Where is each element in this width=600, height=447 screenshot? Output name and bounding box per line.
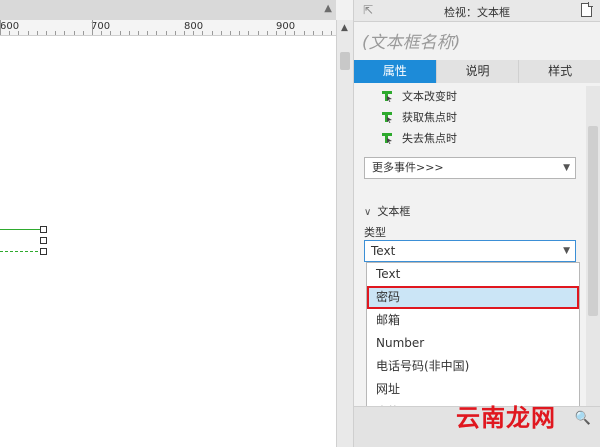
ruler-tick <box>165 31 167 35</box>
chevron-down-icon: ∨ <box>364 207 372 218</box>
ruler-tick <box>119 31 121 35</box>
type-option[interactable]: Number <box>367 332 579 355</box>
ruler-tick <box>55 31 57 35</box>
event-item-focus[interactable]: 获取焦点时 <box>354 107 586 128</box>
type-select-value: Text <box>371 244 396 258</box>
ruler-tick <box>46 31 47 35</box>
event-label: 获取焦点时 <box>402 111 457 124</box>
ruler-tick <box>36 31 38 35</box>
tab-notes[interactable]: 说明 <box>436 60 520 83</box>
textbox-widget-bottom-border[interactable] <box>0 251 43 252</box>
inspector-title: 检视：文本框 <box>444 6 510 19</box>
canvas-top-strip: ▲ <box>0 0 336 20</box>
inspector-header: ⇱ 检视：文本框 <box>354 0 600 22</box>
ruler-tick <box>193 31 195 35</box>
ruler-tick <box>294 31 296 35</box>
event-icon <box>382 133 392 144</box>
scroll-up-icon[interactable]: ▲ <box>341 23 348 33</box>
search-icon[interactable]: 🔍 <box>575 411 591 426</box>
inspector-panel: ⇱ 检视：文本框 (文本框名称) 属性 说明 样式 文本改变时 获取焦点时 失去… <box>353 0 600 447</box>
watermark-text: 云南龙网 <box>456 404 556 432</box>
ruler-tick <box>276 31 277 35</box>
ruler-tick <box>128 31 130 35</box>
type-label: 类型 <box>364 226 386 239</box>
scrollbar-thumb[interactable] <box>340 52 350 70</box>
ruler-tick <box>266 31 268 35</box>
resize-handle[interactable] <box>40 237 47 244</box>
chevron-down-icon: ▼ <box>563 163 570 173</box>
ruler-tick <box>101 31 103 35</box>
ruler-tick <box>174 31 176 35</box>
ruler-tick <box>92 20 93 35</box>
ruler-tick <box>147 31 149 35</box>
ruler-tick <box>110 31 112 35</box>
ruler-tick <box>27 31 29 35</box>
inspector-tabs: 属性 说明 样式 <box>354 60 600 83</box>
event-list: 文本改变时 获取焦点时 失去焦点时 <box>354 86 586 149</box>
event-item-text-change[interactable]: 文本改变时 <box>354 86 586 107</box>
event-label: 失去焦点时 <box>402 132 457 145</box>
ruler-tick <box>230 31 231 35</box>
chevron-down-icon: ▼ <box>563 246 570 256</box>
ruler-tick <box>322 31 323 35</box>
more-events-select[interactable]: 更多事件>>> ▼ <box>364 157 576 179</box>
document-icon[interactable] <box>581 2 593 17</box>
textbox-widget-top-border[interactable] <box>0 229 43 230</box>
ruler-tick <box>64 31 66 35</box>
ruler-tick <box>248 31 250 35</box>
type-option[interactable]: Text <box>367 263 579 286</box>
scrollbar-thumb[interactable] <box>588 126 598 316</box>
ruler-tick <box>220 31 222 35</box>
ruler-tick <box>257 31 259 35</box>
widget-name-field[interactable]: (文本框名称) <box>362 28 460 53</box>
textbox-section-header[interactable]: ∨ 文本框 <box>364 203 410 219</box>
event-icon <box>382 112 392 123</box>
ruler-tick <box>312 31 314 35</box>
section-title: 文本框 <box>377 205 411 218</box>
watermark-logo: 云南龙网 <box>456 398 556 433</box>
scroll-up-icon[interactable]: ▲ <box>324 3 332 14</box>
more-events-label: 更多事件>>> <box>372 161 444 174</box>
ruler-tick <box>0 20 1 35</box>
ruler-tick <box>184 31 185 35</box>
horizontal-ruler: 600 700 800 900 <box>0 20 336 36</box>
event-label: 文本改变时 <box>402 90 457 103</box>
ruler-tick <box>239 31 241 35</box>
inspector-scrollbar[interactable] <box>586 86 600 416</box>
resize-handle[interactable] <box>40 248 47 255</box>
ruler-tick <box>82 31 84 35</box>
ruler-tick <box>9 31 11 35</box>
event-item-blur[interactable]: 失去焦点时 <box>354 128 586 149</box>
ruler-tick <box>331 31 333 35</box>
ruler-tick <box>303 31 305 35</box>
ruler-tick <box>285 31 287 35</box>
type-option[interactable]: 邮箱 <box>367 309 579 332</box>
ruler-tick <box>18 31 20 35</box>
type-option[interactable]: 电话号码(非中国) <box>367 355 579 378</box>
ruler-tick <box>156 31 158 35</box>
type-select[interactable]: Text ▼ <box>364 240 576 262</box>
tab-style[interactable]: 样式 <box>519 60 600 83</box>
event-icon <box>382 91 392 102</box>
resize-handle[interactable] <box>40 226 47 233</box>
ruler-tick <box>138 31 139 35</box>
canvas-vertical-scrollbar[interactable]: ▲ <box>336 20 353 447</box>
tab-properties[interactable]: 属性 <box>354 60 437 83</box>
type-option-highlighted[interactable]: 密码 <box>367 286 579 309</box>
ruler-tick <box>202 31 204 35</box>
ruler-tick <box>211 31 213 35</box>
ruler-tick <box>73 31 75 35</box>
design-canvas[interactable]: ▲ 600 700 800 900 <box>0 0 336 447</box>
